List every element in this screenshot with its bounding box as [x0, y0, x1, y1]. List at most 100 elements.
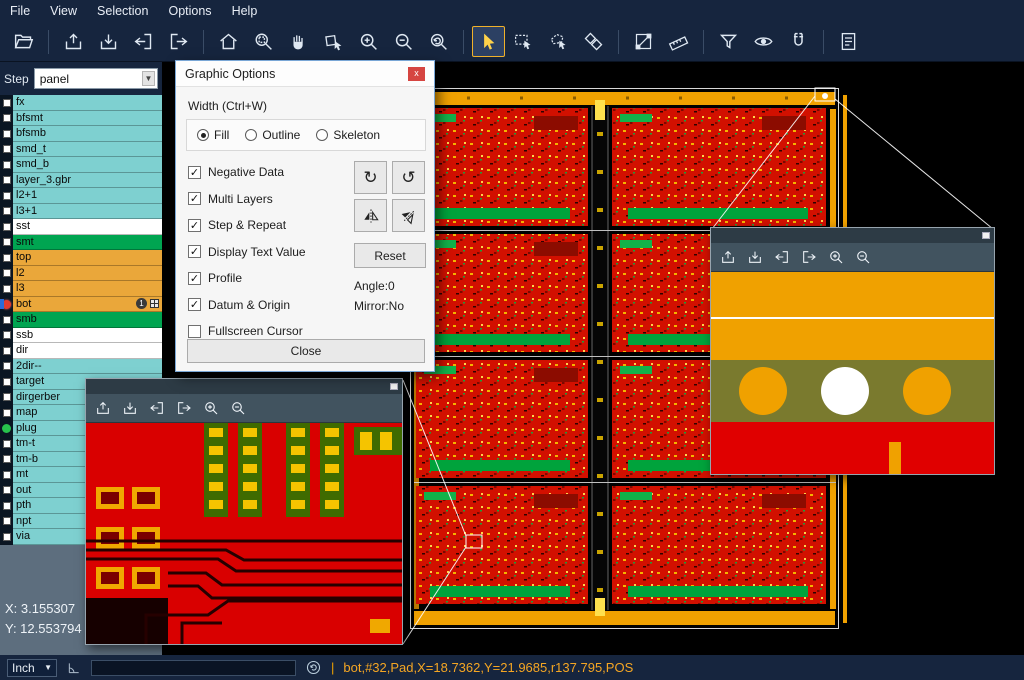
layer-checkbox[interactable]	[3, 440, 11, 448]
layer-checkbox[interactable]	[3, 471, 11, 479]
step-select[interactable]: panel ▼	[34, 68, 158, 89]
arrow-right-box-button[interactable]	[797, 246, 821, 269]
magnifier-left-titlebar[interactable]	[86, 379, 402, 394]
checkbox-icon[interactable]	[188, 166, 201, 179]
magnifier-window-left[interactable]	[85, 378, 403, 645]
radio-icon[interactable]	[197, 129, 209, 141]
layer-checkbox[interactable]	[3, 409, 11, 417]
zoom-area-button[interactable]	[247, 26, 280, 57]
arrow-left-box-button[interactable]	[770, 246, 794, 269]
layer-checkbox[interactable]	[3, 331, 11, 339]
layer-checkbox[interactable]	[3, 316, 11, 324]
option-checkbox-row[interactable]: Negative Data	[188, 165, 306, 179]
magnifier-left-view[interactable]	[86, 423, 402, 644]
layer-indicator-cell[interactable]	[0, 498, 13, 514]
arrow-down-box-button[interactable]	[92, 26, 125, 57]
report-button[interactable]	[832, 26, 865, 57]
angle-corner-icon[interactable]	[66, 660, 82, 676]
layer-checkbox[interactable]	[3, 223, 11, 231]
layer-row[interactable]: sst	[0, 219, 162, 235]
layer-checkbox[interactable]	[3, 161, 11, 169]
zoom-out-button[interactable]	[851, 246, 875, 269]
layer-indicator-cell[interactable]	[0, 281, 13, 297]
zoom-in-button[interactable]	[352, 26, 385, 57]
layer-checkbox[interactable]	[3, 269, 11, 277]
snap-button[interactable]	[782, 26, 815, 57]
layer-indicator-cell[interactable]	[0, 405, 13, 421]
layer-indicator-cell[interactable]	[0, 359, 13, 375]
arrow-right-box-button[interactable]	[162, 26, 195, 57]
layer-checkbox[interactable]	[3, 285, 11, 293]
zoom-in-button[interactable]	[824, 246, 848, 269]
layer-checkbox[interactable]	[3, 238, 11, 246]
unit-select[interactable]: Inch ▼	[7, 659, 57, 677]
layer-indicator-cell[interactable]	[0, 436, 13, 452]
fill-mode-option[interactable]: Outline	[245, 128, 300, 142]
command-input[interactable]	[91, 660, 296, 676]
layer-row[interactable]: 2dir--	[0, 359, 162, 375]
layer-checkbox[interactable]	[3, 254, 11, 262]
layer-indicator-cell[interactable]	[0, 142, 13, 158]
option-checkbox-row[interactable]: Step & Repeat	[188, 218, 306, 232]
layer-row[interactable]: top	[0, 250, 162, 266]
zoom-out-button[interactable]	[387, 26, 420, 57]
eye-button[interactable]	[747, 26, 780, 57]
layer-checkbox[interactable]	[3, 145, 11, 153]
layer-row[interactable]: bfsmt	[0, 111, 162, 127]
layers-compare-button[interactable]	[577, 26, 610, 57]
magnifier-window-right[interactable]	[710, 227, 995, 475]
mirror-horizontal-button[interactable]	[354, 199, 387, 232]
File-menu-item[interactable]: File	[0, 4, 40, 18]
select-rect-button[interactable]	[507, 26, 540, 57]
fill-mode-option[interactable]: Fill	[197, 128, 229, 142]
layer-checkbox[interactable]	[3, 114, 11, 122]
checkbox-icon[interactable]	[188, 219, 201, 232]
layer-checkbox[interactable]	[3, 517, 11, 525]
layer-checkbox[interactable]	[3, 393, 11, 401]
layer-indicator-cell[interactable]	[0, 266, 13, 282]
zoom-reset-button[interactable]	[422, 26, 455, 57]
layer-checkbox[interactable]	[3, 502, 11, 510]
layer-indicator-cell[interactable]	[0, 343, 13, 359]
layer-indicator-cell[interactable]	[0, 328, 13, 344]
radio-icon[interactable]	[245, 129, 257, 141]
layer-checkbox[interactable]	[3, 207, 11, 215]
layer-checkbox[interactable]	[3, 192, 11, 200]
layer-indicator-cell[interactable]	[0, 390, 13, 406]
option-checkbox-row[interactable]: Profile	[188, 271, 306, 285]
layer-row[interactable]: dir	[0, 343, 162, 359]
chevron-down-icon[interactable]: ▼	[142, 71, 155, 86]
arrow-up-box-button[interactable]	[716, 246, 740, 269]
layer-indicator-cell[interactable]	[0, 235, 13, 251]
arrow-down-box-button[interactable]	[743, 246, 767, 269]
Selection-menu-item[interactable]: Selection	[87, 4, 158, 18]
dialog-titlebar[interactable]: Graphic Options x	[176, 61, 434, 87]
View-menu-item[interactable]: View	[40, 4, 87, 18]
layer-row[interactable]: bfsmb	[0, 126, 162, 142]
layer-indicator-cell[interactable]	[0, 297, 13, 313]
cursor-button[interactable]	[472, 26, 505, 57]
layer-indicator-cell[interactable]	[0, 250, 13, 266]
layer-row[interactable]: smd_b	[0, 157, 162, 173]
layer-checkbox[interactable]	[3, 362, 11, 370]
restore-icon[interactable]	[982, 232, 990, 239]
checkbox-icon[interactable]	[188, 325, 201, 338]
layer-indicator-cell[interactable]	[0, 157, 13, 173]
layer-checkbox[interactable]	[3, 486, 11, 494]
layer-indicator-cell[interactable]	[0, 483, 13, 499]
layer-indicator-cell[interactable]	[0, 188, 13, 204]
layer-row[interactable]: layer_3.gbr	[0, 173, 162, 189]
mirror-diagonal-button[interactable]	[392, 199, 425, 232]
layer-row[interactable]: l2+1	[0, 188, 162, 204]
arrow-up-box-button[interactable]	[91, 397, 115, 420]
arrow-up-box-button[interactable]	[57, 26, 90, 57]
layer-row[interactable]: bot 1	[0, 297, 162, 313]
layer-indicator-cell[interactable]	[0, 452, 13, 468]
refresh-button[interactable]	[305, 659, 322, 676]
layer-row[interactable]: smd_t	[0, 142, 162, 158]
arrow-left-box-button[interactable]	[145, 397, 169, 420]
restore-icon[interactable]	[390, 383, 398, 390]
layer-checkbox[interactable]	[3, 347, 11, 355]
rotate-cw-button[interactable]: ↻	[354, 161, 387, 194]
layer-row[interactable]: ssb	[0, 328, 162, 344]
